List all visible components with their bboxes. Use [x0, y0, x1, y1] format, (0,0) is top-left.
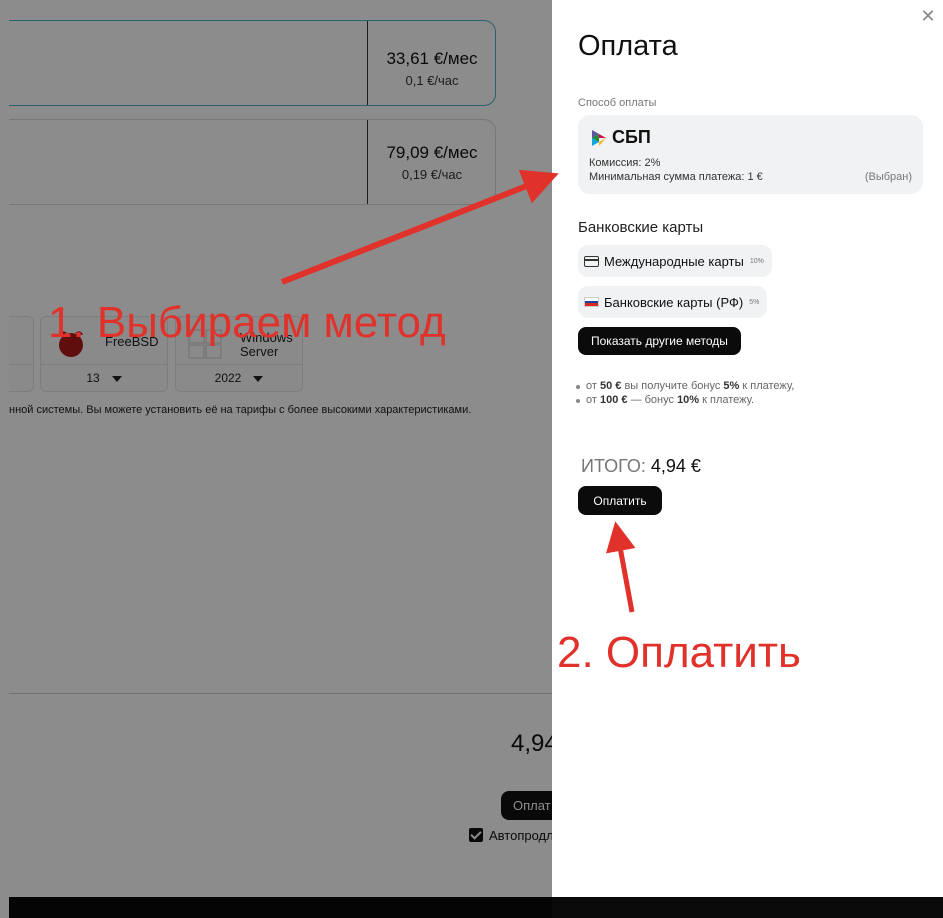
show-more-methods-button[interactable]: Показать другие методы [578, 327, 741, 355]
bonus-amount: 50 € [599, 380, 622, 392]
option-label: Банковские карты (РФ) [604, 294, 744, 310]
panel-title: Оплата [578, 30, 678, 62]
sbp-logo-icon [592, 130, 606, 146]
payment-panel: ✕ Оплата Способ оплаты СБП Комиссия: 2% … [552, 0, 943, 897]
bonus-text: вы получите бонус [621, 380, 724, 392]
bonus-text: к платежу. [699, 394, 755, 406]
option-percent: 10% [749, 257, 764, 265]
payment-option-international-cards[interactable]: Международные карты 10% [578, 245, 772, 277]
payment-option-rf-cards[interactable]: Банковские карты (РФ) 5% [578, 286, 768, 318]
bonus-text: от [586, 394, 600, 406]
bonus-text: к платежу, [739, 380, 795, 392]
option-percent: 5% [749, 298, 760, 306]
close-icon[interactable]: ✕ [920, 7, 936, 25]
total-value: 4,94 € [650, 456, 701, 476]
option-label: Международные карты [604, 253, 744, 269]
total-summary: ИТОГО: 4,94 € [581, 456, 701, 477]
payment-method-label: Способ оплаты [578, 97, 657, 109]
bonus-item: от 100 € — бонус 10% к платежу. [575, 394, 755, 406]
bank-cards-title: Банковские карты [578, 219, 704, 236]
bonus-item: от 50 € вы получите бонус 5% к платежу, [575, 380, 795, 392]
total-label: ИТОГО: [581, 456, 646, 476]
method-min-sum: Минимальная сумма платежа: 1 € [589, 171, 763, 183]
russia-flag-icon [584, 297, 599, 307]
modal-backdrop[interactable] [0, 0, 552, 918]
pay-button[interactable]: Оплатить [578, 486, 662, 515]
bonus-percent: 10% [677, 394, 700, 406]
method-name: СБП [612, 127, 651, 147]
annotation-step-2: 2. Оплатить [557, 628, 801, 677]
method-fee: Комиссия: 2% [589, 157, 661, 169]
bonus-text: от [586, 380, 600, 392]
credit-card-icon [584, 255, 599, 267]
annotation-step-1: 1. Выбираем метод [48, 298, 446, 347]
bonus-amount: 100 € [599, 394, 628, 406]
bonus-text: — бонус [627, 394, 678, 406]
bonus-percent: 5% [723, 380, 740, 392]
method-selected-status: (Выбран) [864, 171, 912, 183]
payment-method-sbp[interactable]: СБП Комиссия: 2% Минимальная сумма плате… [578, 115, 923, 194]
